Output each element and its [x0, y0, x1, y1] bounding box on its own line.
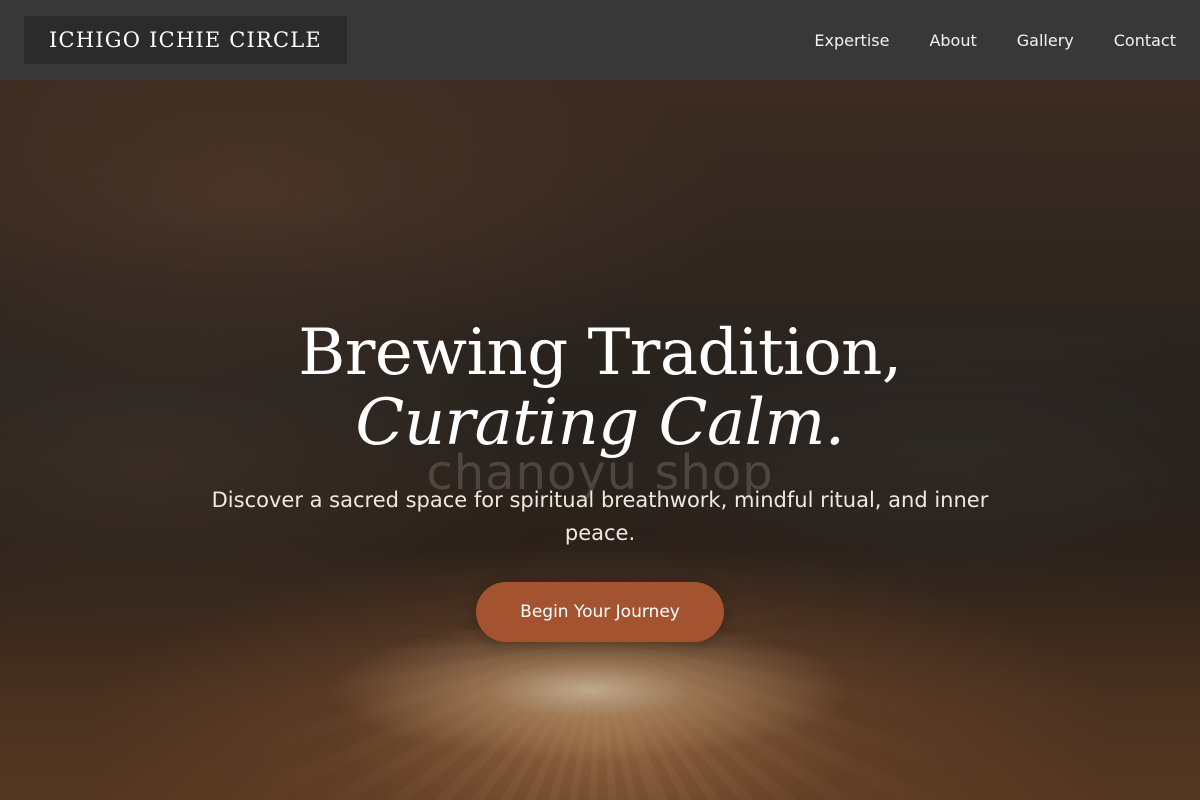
hero-section: chanoyu shop Brewing Tradition, Curating… [0, 80, 1200, 800]
hero-title-line-2: Curating Calm. [355, 386, 845, 460]
nav-link-gallery[interactable]: Gallery [1017, 31, 1074, 50]
site-header: ICHIGO ICHIE CIRCLE Expertise About Gall… [0, 0, 1200, 80]
nav-link-contact[interactable]: Contact [1114, 31, 1176, 50]
site-logo[interactable]: ICHIGO ICHIE CIRCLE [24, 16, 347, 64]
begin-journey-button[interactable]: Begin Your Journey [476, 582, 724, 642]
nav-link-about[interactable]: About [929, 31, 976, 50]
nav-link-expertise[interactable]: Expertise [814, 31, 889, 50]
page: ICHIGO ICHIE CIRCLE Expertise About Gall… [0, 0, 1200, 800]
hero-title-line-1: Brewing Tradition, [298, 316, 902, 390]
main-nav: Expertise About Gallery Contact [774, 0, 1200, 80]
hero-title: Brewing Tradition, Curating Calm. [0, 318, 1200, 458]
hero-subtitle: Discover a sacred space for spiritual br… [211, 488, 989, 545]
